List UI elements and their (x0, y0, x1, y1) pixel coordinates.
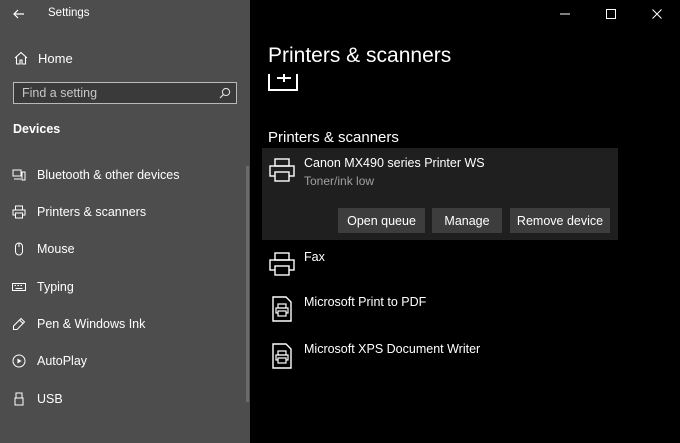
sidebar-item-bluetooth[interactable]: Bluetooth & other devices (0, 157, 245, 193)
search-icon[interactable] (214, 87, 236, 99)
close-icon (652, 9, 662, 19)
sidebar-scrollbar[interactable] (246, 166, 249, 402)
sidebar-item-label: AutoPlay (37, 354, 88, 368)
sidebar-item-label: Mouse (37, 242, 75, 256)
printer-item-xps[interactable]: Microsoft XPS Document Writer (268, 342, 480, 370)
page-title: Printers & scanners (268, 44, 452, 67)
back-button[interactable] (8, 4, 30, 24)
minimize-button[interactable] (542, 0, 588, 28)
app-title: Settings (48, 7, 90, 19)
home-link[interactable]: Home (14, 48, 73, 68)
main-panel: Printers & scanners Printers & scanners … (250, 0, 680, 443)
usb-icon (12, 392, 26, 406)
sidebar-item-pen[interactable]: Pen & Windows Ink (0, 306, 245, 342)
printers-list-title: Printers & scanners (268, 129, 399, 146)
sidebar-item-label: USB (37, 392, 63, 406)
printer-item-canon[interactable]: Canon MX490 series Printer WS Toner/ink … (268, 156, 485, 189)
sidebar-item-printers[interactable]: Printers & scanners (0, 194, 245, 230)
add-printer-button[interactable] (268, 74, 298, 91)
search-box[interactable] (13, 82, 237, 104)
document-printer-icon (268, 295, 296, 323)
sidebar-item-usb[interactable]: USB (0, 381, 245, 417)
printer-name: Canon MX490 series Printer WS (304, 156, 485, 170)
back-arrow-icon (13, 9, 24, 19)
maximize-icon (606, 9, 616, 19)
printer-icon (268, 156, 296, 184)
keyboard-icon (12, 280, 26, 294)
sidebar-item-autoplay[interactable]: AutoPlay (0, 343, 245, 379)
sidebar-item-label: Bluetooth & other devices (37, 168, 180, 182)
remove-device-button[interactable]: Remove device (510, 208, 610, 233)
open-queue-button[interactable]: Open queue (338, 208, 425, 233)
section-title-devices: Devices (13, 122, 61, 136)
sidebar: Settings Home Devices Bluetooth & other … (0, 0, 250, 443)
pen-icon (12, 317, 26, 331)
minimize-icon (560, 13, 570, 15)
home-label: Home (38, 50, 73, 66)
sidebar-item-label: Pen & Windows Ink (37, 317, 146, 331)
bluetooth-devices-icon (12, 168, 26, 182)
autoplay-icon (12, 354, 26, 368)
search-input[interactable] (14, 83, 214, 103)
window-controls (542, 0, 680, 28)
sidebar-item-typing[interactable]: Typing (0, 269, 245, 305)
fax-printer-icon (268, 250, 296, 278)
sidebar-item-label: Typing (37, 280, 74, 294)
manage-button[interactable]: Manage (432, 208, 502, 233)
printer-item-pdf[interactable]: Microsoft Print to PDF (268, 295, 426, 323)
document-printer-icon (268, 342, 296, 370)
mouse-icon (12, 242, 26, 256)
sidebar-item-mouse[interactable]: Mouse (0, 231, 245, 267)
sidebar-item-label: Printers & scanners (37, 205, 147, 219)
printer-name: Microsoft XPS Document Writer (304, 342, 481, 356)
maximize-button[interactable] (588, 0, 634, 28)
printer-status: Toner/ink low (304, 174, 375, 188)
close-button[interactable] (634, 0, 680, 28)
printer-item-fax[interactable]: Fax (268, 250, 325, 278)
home-icon (14, 51, 28, 65)
printer-icon (12, 205, 26, 219)
printer-name: Microsoft Print to PDF (304, 295, 427, 309)
printer-name: Fax (304, 250, 325, 264)
